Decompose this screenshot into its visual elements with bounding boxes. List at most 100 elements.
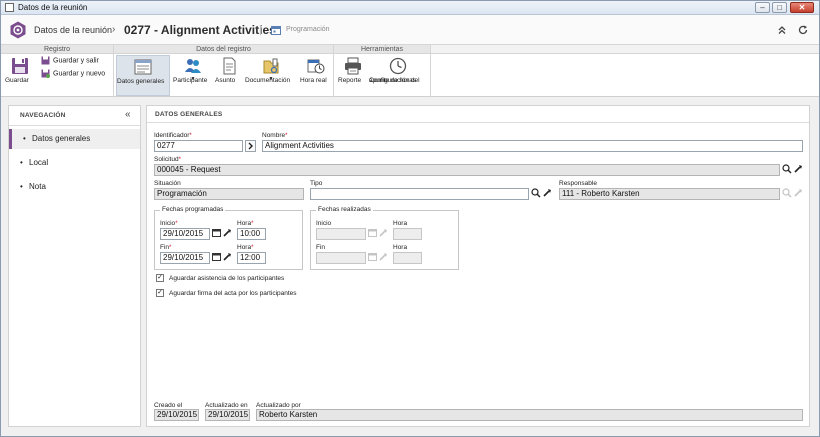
clear-date-icon (377, 252, 388, 264)
meeting-logo-icon (10, 21, 26, 39)
minimize-button[interactable]: – (755, 2, 770, 13)
await-signature-label: Aguardar firma del acta por los particip… (169, 290, 297, 297)
request-label: Solicitud* (154, 156, 181, 163)
participant-button[interactable]: Participante ▼ (173, 55, 213, 96)
scheduled-dates-legend: Fechas programadas (160, 206, 226, 213)
nav-item-label: Local (29, 158, 49, 167)
name-field[interactable]: Alignment Activities (262, 140, 803, 152)
nav-item-general-data[interactable]: • Datos generales (9, 129, 140, 149)
nav-item-note[interactable]: • Nota (9, 177, 140, 197)
documentation-icon (263, 58, 279, 74)
section-header: DATOS GENERALES (147, 106, 809, 123)
await-attendance-label: Aguardar asistencia de los participantes (169, 275, 285, 282)
bullet: • (20, 158, 23, 167)
save-label: Guardar (5, 77, 29, 84)
status-field: Programación (154, 188, 304, 200)
ribbon-divider (430, 45, 431, 97)
search-type-icon[interactable] (530, 188, 541, 200)
document-icon (223, 57, 236, 75)
clear-date-icon[interactable] (221, 252, 232, 264)
created-on-field: 29/10/2015 (154, 409, 199, 421)
navigation-panel: NAVEGACIÓN « • Datos generales • Local •… (8, 105, 141, 427)
meeting-window: Datos de la reunión – □ ✕ Datos de la re… (0, 0, 820, 437)
floppy-disk-icon (12, 58, 28, 74)
scheduled-end-label: Fin* (160, 244, 172, 251)
module-link[interactable]: Programación (286, 26, 330, 33)
hours-config-button[interactable]: Configuración del apunte de horas (369, 55, 427, 96)
identifier-label: Identificador* (154, 132, 192, 139)
identifier-field[interactable]: 0277 (154, 140, 243, 152)
actual-end-hour-label: Hora (393, 244, 408, 251)
general-data-panel: DATOS GENERALES Identificador* 0277 Nomb… (146, 105, 810, 427)
actual-dates-legend: Fechas realizadas (316, 206, 373, 213)
navigation-title: NAVEGACIÓN (20, 112, 66, 119)
type-field[interactable] (310, 188, 529, 200)
hours-config-label-line2: apunte de horas (369, 77, 416, 84)
window-app-icon (5, 3, 14, 12)
nav-item-local[interactable]: • Local (9, 153, 140, 173)
ribbon-group-registro: Registro (1, 45, 113, 54)
responsible-field: 111 - Roberto Karsten (559, 188, 780, 200)
real-time-icon (307, 59, 324, 74)
save-exit-icon (41, 56, 50, 65)
collapse-up-icon[interactable] (776, 24, 788, 36)
clear-responsible-icon (792, 188, 803, 200)
refresh-icon[interactable] (797, 24, 809, 36)
updated-on-label: Actualizado en (205, 402, 248, 409)
real-time-label: Hora real (300, 77, 327, 84)
clear-type-icon[interactable] (541, 188, 552, 200)
actual-end-hour-field (393, 252, 422, 264)
await-attendance-checkbox[interactable]: ✓ (156, 274, 164, 282)
updated-by-label: Actualizado por (256, 402, 301, 409)
printer-icon (344, 57, 361, 75)
request-field[interactable]: 000045 - Request (154, 164, 780, 176)
breadcrumb-separator: › (112, 24, 116, 35)
calendar-icon (271, 26, 281, 35)
general-data-icon (134, 59, 152, 75)
documentation-label: Documentación (245, 77, 291, 84)
window-titlebar[interactable]: Datos de la reunión – □ ✕ (1, 1, 819, 15)
clear-request-icon[interactable] (792, 164, 803, 176)
scheduled-end-date-field[interactable]: 29/10/2015 (160, 252, 210, 264)
subject-button[interactable]: Asunto (215, 55, 243, 96)
ribbon-divider (333, 45, 334, 97)
general-data-label: Datos generales (117, 78, 165, 85)
save-and-exit-button[interactable]: Guardar y salir (41, 56, 99, 65)
section-title: DATOS GENERALES (155, 111, 223, 118)
ribbon-divider (113, 45, 114, 97)
clock-icon (389, 57, 407, 75)
scheduled-dates-fieldset: Fechas programadas Inicio* 29/10/2015 Ho… (154, 206, 303, 270)
search-request-icon[interactable] (781, 164, 792, 176)
clear-date-icon[interactable] (221, 228, 232, 240)
ribbon-group-herramientas: Herramientas (334, 45, 430, 54)
save-and-exit-label: Guardar y salir (53, 57, 99, 65)
report-button[interactable]: Reporte (338, 55, 367, 96)
updated-by-field: Roberto Karsten (256, 409, 803, 421)
save-button[interactable]: Guardar (5, 55, 35, 96)
updated-on-field: 29/10/2015 (205, 409, 250, 421)
actual-dates-fieldset: Fechas realizadas Inicio Hora Fin Hora (310, 206, 459, 270)
actual-start-hour-label: Hora (393, 220, 408, 227)
created-on-label: Creado el (154, 402, 183, 409)
real-time-button[interactable]: Hora real (300, 55, 331, 96)
actual-end-date-field (316, 252, 366, 264)
actual-end-label: Fin (316, 244, 326, 251)
scheduled-end-hour-field[interactable]: 12:00 (237, 252, 266, 264)
scheduled-start-date-field[interactable]: 29/10/2015 (160, 228, 210, 240)
maximize-button[interactable]: □ (772, 2, 787, 13)
ribbon-toolbar: Registro Datos del registro Herramientas… (1, 45, 819, 97)
next-identifier-button[interactable] (245, 140, 256, 152)
navigation-header: NAVEGACIÓN « (9, 106, 140, 126)
window-title: Datos de la reunión (18, 3, 88, 12)
general-data-button[interactable]: Datos generales (116, 55, 170, 96)
documentation-button[interactable]: Documentación ▼ (245, 55, 297, 96)
name-label: Nombre* (262, 132, 288, 139)
collapse-panel-icon[interactable]: « (125, 109, 131, 120)
save-and-new-label: Guardar y nuevo (53, 70, 106, 78)
scheduled-start-hour-field[interactable]: 10:00 (237, 228, 266, 240)
close-button[interactable]: ✕ (790, 2, 814, 13)
bullet: • (20, 182, 23, 191)
save-and-new-button[interactable]: Guardar y nuevo (41, 69, 105, 78)
type-label: Tipo (310, 180, 323, 187)
await-signature-checkbox[interactable]: ✓ (156, 289, 164, 297)
